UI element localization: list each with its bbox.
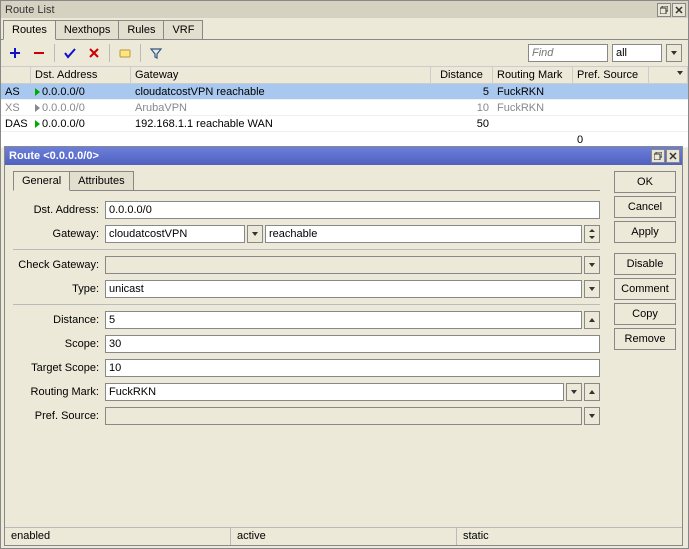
col-flags[interactable] — [1, 67, 31, 83]
status-static: static — [457, 528, 682, 545]
main-title: Route List — [3, 4, 657, 16]
find-input[interactable] — [528, 44, 608, 62]
status-bar: enabled active static — [5, 527, 682, 545]
up-arrow-icon[interactable] — [584, 383, 600, 401]
col-menu-icon[interactable] — [649, 67, 688, 83]
cancel-button[interactable]: Cancel — [614, 196, 676, 218]
check-gateway-select[interactable] — [105, 256, 582, 274]
active-icon — [35, 88, 40, 96]
table-row[interactable]: DAS 0.0.0.0/0 192.168.1.1 reachable WAN … — [1, 116, 688, 132]
label-scope: Scope: — [13, 338, 105, 350]
filter-button[interactable] — [144, 42, 168, 64]
updown-icon[interactable] — [584, 225, 600, 243]
restore-icon[interactable] — [651, 149, 665, 163]
col-distance[interactable]: Distance — [431, 67, 493, 83]
enable-button[interactable] — [58, 42, 82, 64]
gateway-select[interactable]: cloudatcostVPN — [105, 225, 245, 243]
target-scope-input[interactable] — [105, 359, 600, 377]
tab-general[interactable]: General — [13, 171, 70, 191]
apply-button[interactable]: Apply — [614, 221, 676, 243]
restore-icon[interactable] — [657, 3, 671, 17]
comment-button[interactable] — [113, 42, 137, 64]
scope-input[interactable] — [105, 335, 600, 353]
tab-vrf[interactable]: VRF — [163, 20, 203, 39]
status-active: active — [231, 528, 457, 545]
remove-button[interactable]: Remove — [614, 328, 676, 350]
main-titlebar: Route List — [1, 1, 688, 18]
tab-nexthops[interactable]: Nexthops — [55, 20, 119, 39]
distance-input[interactable] — [105, 311, 582, 329]
label-routing-mark: Routing Mark: — [13, 386, 105, 398]
toolbar: all — [1, 40, 688, 67]
status-enabled: enabled — [5, 528, 231, 545]
col-pref-source[interactable]: Pref. Source — [573, 67, 649, 83]
disable-button[interactable] — [82, 42, 106, 64]
dialog-tabs: General Attributes — [13, 171, 600, 191]
type-select[interactable]: unicast — [105, 280, 582, 298]
label-dst: Dst. Address: — [13, 204, 105, 216]
comment-button[interactable]: Comment — [614, 278, 676, 300]
remove-button[interactable] — [27, 42, 51, 64]
chevron-down-icon[interactable] — [566, 383, 582, 401]
filter-dropdown-icon[interactable] — [666, 44, 682, 62]
chevron-down-icon[interactable] — [584, 256, 600, 274]
add-button[interactable] — [3, 42, 27, 64]
chevron-down-icon[interactable] — [584, 407, 600, 425]
disable-button[interactable]: Disable — [614, 253, 676, 275]
label-pref-source: Pref. Source: — [13, 410, 105, 422]
chevron-down-icon[interactable] — [584, 280, 600, 298]
dialog-main: General Attributes Dst. Address: Gateway… — [5, 165, 608, 527]
filter-select[interactable]: all — [612, 44, 662, 62]
inactive-icon — [35, 104, 40, 112]
col-routing-mark[interactable]: Routing Mark — [493, 67, 573, 83]
chevron-down-icon[interactable] — [247, 225, 263, 243]
close-icon[interactable] — [666, 149, 680, 163]
tab-attributes[interactable]: Attributes — [69, 171, 133, 190]
dialog-title: Route <0.0.0.0/0> — [7, 150, 651, 162]
col-gateway[interactable]: Gateway — [131, 67, 431, 83]
routing-mark-select[interactable]: FuckRKN — [105, 383, 564, 401]
route-table: Dst. Address Gateway Distance Routing Ma… — [1, 67, 688, 148]
pref-source-select[interactable] — [105, 407, 582, 425]
table-row[interactable]: AS 0.0.0.0/0 cloudatcostVPN reachable 5 … — [1, 84, 688, 100]
dst-address-input[interactable] — [105, 201, 600, 219]
copy-button[interactable]: Copy — [614, 303, 676, 325]
tab-routes[interactable]: Routes — [3, 20, 56, 40]
close-icon[interactable] — [672, 3, 686, 17]
route-dialog: Route <0.0.0.0/0> General Attributes Dst… — [4, 146, 683, 546]
dialog-buttons: OK Cancel Apply Disable Comment Copy Rem… — [608, 165, 682, 527]
label-gateway: Gateway: — [13, 228, 105, 240]
label-target-scope: Target Scope: — [13, 362, 105, 374]
ok-button[interactable]: OK — [614, 171, 676, 193]
tab-rules[interactable]: Rules — [118, 20, 164, 39]
up-arrow-icon[interactable] — [584, 311, 600, 329]
main-tabs: Routes Nexthops Rules VRF — [1, 18, 688, 40]
col-dst[interactable]: Dst. Address — [31, 67, 131, 83]
active-icon — [35, 120, 40, 128]
label-type: Type: — [13, 283, 105, 295]
label-distance: Distance: — [13, 314, 105, 326]
gateway-status: reachable — [265, 225, 582, 243]
table-row[interactable]: XS 0.0.0.0/0 ArubaVPN 10 FuckRKN — [1, 100, 688, 116]
dialog-titlebar: Route <0.0.0.0/0> — [5, 147, 682, 165]
label-check-gateway: Check Gateway: — [13, 259, 105, 271]
table-header: Dst. Address Gateway Distance Routing Ma… — [1, 67, 688, 84]
